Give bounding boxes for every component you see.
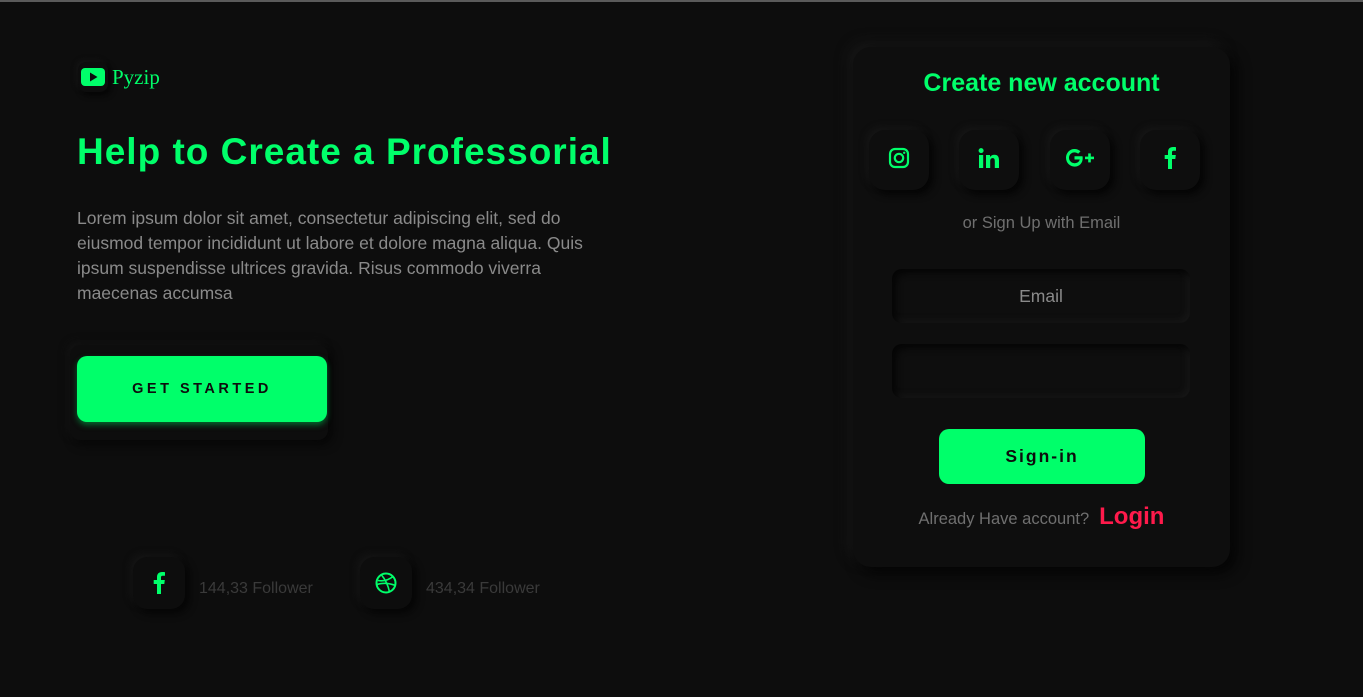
dribbble-follower-count: 434,34 Follower (426, 580, 540, 597)
dribbble-follower-stat: 434,34 Follower (360, 557, 540, 609)
hero-title: Help to Create a Professorial (77, 131, 612, 172)
linkedin-button[interactable] (959, 130, 1019, 190)
facebook-follower-stat: 144,33 Follower (133, 557, 313, 609)
password-field[interactable] (892, 344, 1190, 398)
page: Pyzip Help to Create a Professorial Lore… (0, 0, 1363, 697)
facebook-icon[interactable] (133, 557, 185, 609)
hero-description: Lorem ipsum dolor sit amet, consectetur … (77, 208, 583, 303)
login-row: Already Have account? Login (853, 503, 1230, 531)
facebook-button[interactable] (1140, 130, 1200, 190)
google-plus-button[interactable] (1050, 130, 1110, 190)
instagram-icon (888, 147, 910, 174)
signup-title: Create new account (923, 69, 1160, 97)
linkedin-icon (978, 147, 1000, 173)
get-started-button[interactable]: GET STARTED (77, 356, 327, 422)
instagram-button[interactable] (869, 130, 929, 190)
facebook-icon (1164, 146, 1176, 174)
youtube-icon (78, 62, 108, 92)
login-link[interactable]: Login (1099, 503, 1164, 531)
google-plus-icon (1065, 148, 1095, 173)
brand-name: Pyzip (112, 64, 160, 89)
brand-logo[interactable]: Pyzip (78, 62, 160, 92)
top-border (0, 0, 1363, 2)
dribbble-icon[interactable] (360, 557, 412, 609)
email-field[interactable] (892, 269, 1190, 323)
facebook-follower-count: 144,33 Follower (199, 580, 313, 597)
sign-in-button[interactable]: Sign-in (939, 429, 1145, 484)
signup-divider-text: or Sign Up with Email (962, 214, 1121, 232)
login-prompt: Already Have account? (918, 510, 1090, 528)
